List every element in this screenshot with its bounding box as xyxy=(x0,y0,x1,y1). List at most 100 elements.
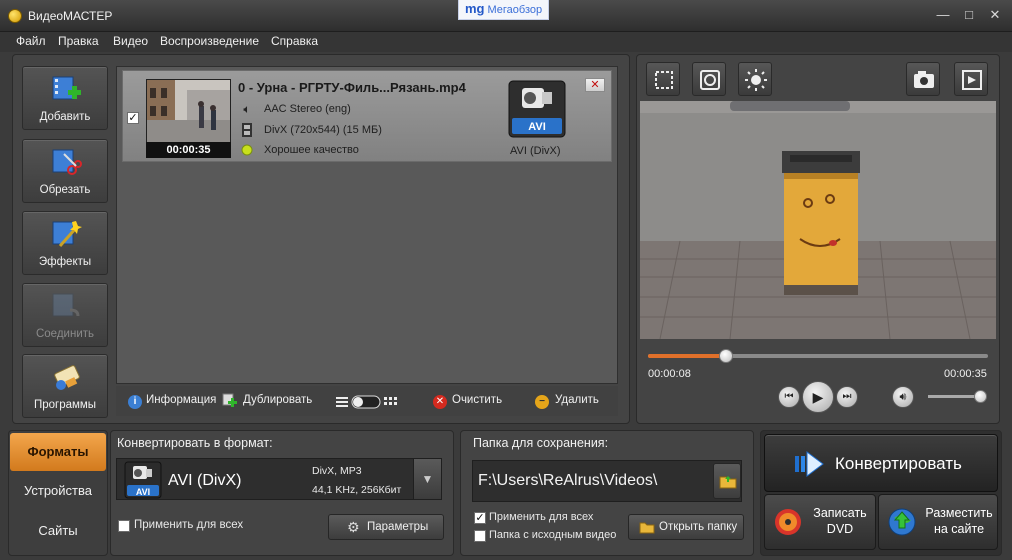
total-time: 00:00:35 xyxy=(944,368,987,380)
parameters-button[interactable]: ⚙ Параметры xyxy=(328,514,444,540)
chevron-down-icon: ▼ xyxy=(421,472,434,486)
clear-icon: ✕ xyxy=(433,395,447,409)
file-audio-info: AAC Stereo (eng) xyxy=(264,103,351,115)
fullscreen-icon xyxy=(962,70,982,90)
cut-button-label: Обрезать xyxy=(39,184,91,196)
avi-icon-label: AVI xyxy=(135,487,151,497)
camera-icon xyxy=(914,71,934,88)
fullscreen-button[interactable] xyxy=(954,62,988,96)
tab-formats[interactable]: Форматы xyxy=(10,433,106,471)
join-button-label: Соединить xyxy=(35,328,94,340)
folder-icon xyxy=(719,476,737,489)
previous-frame-button[interactable]: ⏮︎ xyxy=(778,386,800,408)
brightness-button[interactable] xyxy=(738,62,772,96)
info-button[interactable]: Информация xyxy=(146,394,216,406)
cut-button[interactable]: Обрезать xyxy=(22,139,108,203)
convert-button[interactable]: Конвертировать xyxy=(764,434,998,492)
menu-video[interactable]: Видео xyxy=(113,34,148,48)
source-folder-label: Папка с исходным видео xyxy=(489,529,617,541)
programs-icon xyxy=(54,365,80,390)
join-icon xyxy=(52,293,80,317)
audio-icon: 🔈︎ xyxy=(243,102,251,116)
volume-icon: 🔊︎ xyxy=(899,391,907,403)
next-frame-button[interactable]: ⏭︎ xyxy=(836,386,858,408)
watermark-text: Мегаобзор xyxy=(487,4,543,16)
film-icon xyxy=(240,123,254,137)
seek-handle[interactable] xyxy=(719,349,733,363)
tab-sites[interactable]: Сайты xyxy=(10,512,106,550)
delete-button[interactable]: Удалить xyxy=(555,394,599,406)
format-section-title: Конвертировать в формат: xyxy=(117,436,273,450)
save-apply-all-checkbox[interactable]: ✓ xyxy=(474,512,486,524)
format-apply-all-checkbox[interactable] xyxy=(118,520,130,532)
rotate-button[interactable] xyxy=(692,62,726,96)
convert-button-label: Конвертировать xyxy=(835,454,962,473)
view-toggle[interactable] xyxy=(336,395,398,409)
quality-icon xyxy=(240,143,254,157)
menu-playback[interactable]: Воспроизведение xyxy=(160,34,259,48)
programs-button[interactable]: Программы xyxy=(22,354,108,418)
globe-upload-icon xyxy=(888,508,916,536)
save-path-value: F:\Users\ReAlrus\Videos\ xyxy=(478,472,658,489)
save-apply-all-label: Применить для всех xyxy=(489,511,594,523)
play-icon: ▶︎ xyxy=(812,389,824,405)
file-duration: 00:00:35 xyxy=(146,142,231,158)
save-section-title: Папка для сохранения: xyxy=(473,436,609,450)
close-button[interactable]: ✕ xyxy=(984,6,1006,24)
format-dropdown-button[interactable]: ▼ xyxy=(413,459,441,499)
format-audio-params: 44,1 KHz, 256Кбит xyxy=(312,484,402,496)
menu-bar xyxy=(0,32,1012,52)
convert-arrow-icon xyxy=(795,451,824,477)
parameters-button-label: Параметры xyxy=(367,521,429,533)
skip-back-icon: ⏮︎ xyxy=(784,391,794,402)
video-preview[interactable] xyxy=(640,101,996,339)
volume-handle[interactable] xyxy=(974,390,987,403)
crop-button[interactable] xyxy=(646,62,680,96)
burn-dvd-button[interactable]: Записать DVD xyxy=(764,494,876,550)
format-codecs: DivX, MP3 xyxy=(312,465,362,477)
tab-devices[interactable]: Устройства xyxy=(10,472,106,510)
remove-file-icon[interactable]: ✕ xyxy=(585,78,605,92)
duplicate-button[interactable]: Дублировать xyxy=(243,394,312,406)
avi-format-badge: AVI xyxy=(528,121,546,133)
effects-icon xyxy=(52,221,82,247)
add-video-icon xyxy=(52,76,81,100)
open-folder-button[interactable]: Открыть папку xyxy=(628,514,744,540)
file-item-checkbox[interactable]: ✓ xyxy=(127,112,139,124)
effects-button-label: Эффекты xyxy=(38,256,92,268)
browse-folder-button[interactable] xyxy=(713,463,741,499)
dvd-icon xyxy=(775,509,801,535)
source-folder-checkbox[interactable] xyxy=(474,530,486,542)
crop-icon xyxy=(655,71,673,89)
menu-file[interactable]: Файл xyxy=(16,34,46,48)
clear-button[interactable]: Очистить xyxy=(452,394,502,406)
publish-label-line2: на сайте xyxy=(933,522,985,536)
cut-icon xyxy=(52,149,82,175)
add-button[interactable]: Добавить xyxy=(22,66,108,130)
delete-icon: − xyxy=(535,395,549,409)
app-icon xyxy=(8,9,22,23)
maximize-button[interactable]: □ xyxy=(958,6,980,24)
watermark-logo: mg xyxy=(465,1,485,16)
join-button[interactable]: Соединить xyxy=(22,283,108,347)
menu-help[interactable]: Справка xyxy=(271,34,318,48)
minimize-button[interactable]: — xyxy=(932,6,954,24)
snapshot-button[interactable] xyxy=(906,62,940,96)
open-folder-icon xyxy=(639,522,655,534)
seek-progress xyxy=(648,354,726,358)
gear-icon: ⚙ xyxy=(347,519,360,535)
video-frame xyxy=(640,101,996,339)
publish-button[interactable]: Разместить на сайте xyxy=(878,494,998,550)
menu-edit[interactable]: Правка xyxy=(58,34,99,48)
play-button[interactable]: ▶︎ xyxy=(802,381,834,413)
add-button-label: Добавить xyxy=(39,111,91,123)
effects-button[interactable]: Эффекты xyxy=(22,211,108,275)
watermark: mg Мегаобзор xyxy=(458,0,550,20)
duplicate-icon xyxy=(222,393,238,409)
programs-button-label: Программы xyxy=(33,399,97,411)
file-video-info: DivX (720x544) (15 МБ) xyxy=(264,124,382,136)
rotate-icon xyxy=(700,70,720,90)
current-time: 00:00:08 xyxy=(648,368,691,380)
burn-dvd-label-line2: DVD xyxy=(826,522,854,536)
mute-button[interactable]: 🔊︎ xyxy=(892,386,914,408)
